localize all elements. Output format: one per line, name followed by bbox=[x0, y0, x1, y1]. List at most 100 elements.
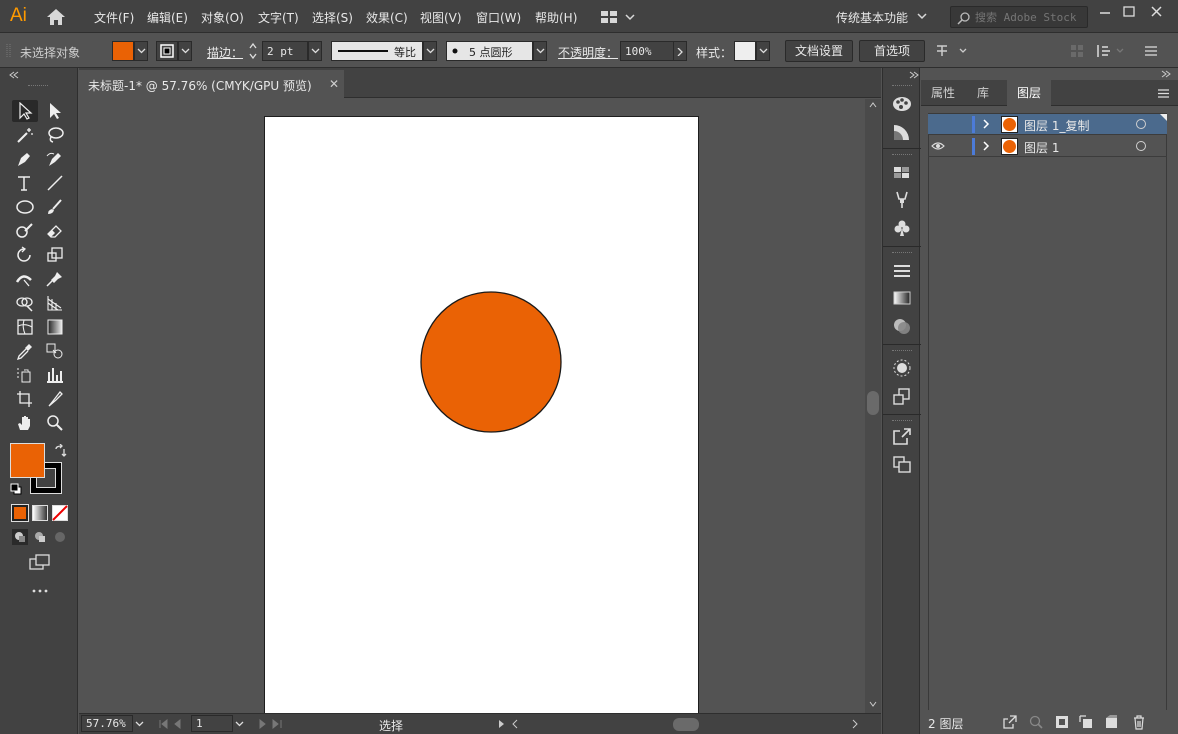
stroke-label[interactable]: 描边： bbox=[207, 44, 243, 61]
default-colors-icon[interactable] bbox=[10, 483, 22, 495]
gradient-mode-button[interactable] bbox=[32, 505, 48, 521]
export-icon[interactable] bbox=[1002, 714, 1018, 730]
vertical-scroll-thumb[interactable] bbox=[867, 391, 879, 415]
menu-view[interactable]: 视图(V) bbox=[420, 9, 462, 26]
next-last-artboard-icon[interactable] bbox=[257, 718, 287, 730]
stroke-weight-dropdown[interactable] bbox=[308, 41, 322, 61]
eraser-tool[interactable] bbox=[42, 220, 68, 242]
graphic-style-swatch[interactable] bbox=[734, 41, 756, 61]
perspective-grid-tool[interactable] bbox=[42, 292, 68, 314]
menu-type[interactable]: 文字(T) bbox=[258, 9, 299, 26]
dock-grip[interactable] bbox=[892, 350, 912, 352]
first-prev-artboard-icon[interactable] bbox=[158, 718, 188, 730]
menu-select[interactable]: 选择(S) bbox=[312, 9, 353, 26]
type-tool[interactable] bbox=[12, 172, 38, 194]
magic-wand-tool[interactable] bbox=[12, 124, 38, 146]
canvas-area[interactable] bbox=[79, 99, 865, 713]
stroke-weight-input[interactable] bbox=[262, 41, 308, 61]
preferences-button[interactable]: 首选项 bbox=[859, 40, 925, 62]
style-dropdown[interactable] bbox=[756, 41, 770, 61]
color-mode-button[interactable] bbox=[11, 504, 29, 522]
home-icon[interactable] bbox=[46, 8, 66, 26]
chevron-right-icon[interactable] bbox=[981, 140, 991, 152]
layer-row[interactable]: 图层 1_复制 bbox=[928, 114, 1167, 135]
panel-menu-icon[interactable] bbox=[1144, 45, 1158, 57]
menu-window[interactable]: 窗口(W) bbox=[476, 9, 521, 26]
export-asset-icon[interactable] bbox=[891, 426, 913, 446]
lasso-tool[interactable] bbox=[42, 124, 68, 146]
mesh-tool[interactable] bbox=[12, 316, 38, 338]
eyedropper-tool[interactable] bbox=[12, 340, 38, 362]
color-palette-icon[interactable] bbox=[891, 94, 913, 114]
new-layer-icon[interactable] bbox=[1103, 714, 1119, 730]
expand-panels-icon[interactable] bbox=[909, 71, 919, 79]
paintbrush-tool[interactable] bbox=[42, 196, 68, 218]
scale-tool[interactable] bbox=[42, 244, 68, 266]
layer-name[interactable]: 图层 1 bbox=[1024, 139, 1059, 156]
screen-mode-icon[interactable] bbox=[29, 554, 51, 572]
tab-layers[interactable]: 图层 bbox=[1007, 80, 1052, 106]
width-tool[interactable] bbox=[12, 268, 38, 290]
swatches-icon[interactable] bbox=[891, 163, 913, 183]
stock-search-input[interactable] bbox=[975, 9, 1085, 25]
eye-icon[interactable] bbox=[931, 139, 945, 153]
draw-inside-icon[interactable] bbox=[52, 529, 68, 545]
panel-grip-icon[interactable] bbox=[6, 43, 12, 59]
menu-edit[interactable]: 编辑(E) bbox=[147, 9, 188, 26]
minimize-icon[interactable] bbox=[1094, 3, 1116, 21]
layer-target-icon[interactable] bbox=[1136, 141, 1146, 151]
puppet-warp-tool[interactable] bbox=[42, 268, 68, 290]
brush-definition[interactable]: 5 点圆形 bbox=[446, 41, 533, 61]
scroll-up-icon[interactable] bbox=[869, 102, 877, 108]
workspace-name[interactable]: 传统基本功能 bbox=[836, 9, 908, 26]
collapse-panel-icon[interactable] bbox=[1161, 70, 1171, 78]
chevron-down-icon[interactable] bbox=[135, 721, 144, 727]
chevron-right-icon[interactable] bbox=[981, 118, 991, 130]
scroll-down-icon[interactable] bbox=[869, 701, 877, 707]
color-guide-icon[interactable] bbox=[891, 122, 913, 142]
arrange-icon[interactable] bbox=[934, 43, 970, 59]
layer-target-icon[interactable] bbox=[1136, 119, 1146, 129]
document-setup-button[interactable]: 文档设置 bbox=[785, 40, 853, 62]
horizontal-scroll-thumb[interactable] bbox=[673, 718, 699, 731]
line-segment-tool[interactable] bbox=[42, 172, 68, 194]
zoom-tool[interactable] bbox=[42, 412, 68, 434]
opacity-input[interactable] bbox=[620, 41, 674, 61]
dock-grip[interactable] bbox=[892, 85, 912, 87]
layer-name[interactable]: 图层 1_复制 bbox=[1024, 117, 1089, 134]
new-sublayer-icon[interactable] bbox=[1078, 714, 1094, 730]
profile-dropdown[interactable] bbox=[423, 41, 437, 61]
selection-tool[interactable] bbox=[12, 100, 38, 122]
gradient-tool[interactable] bbox=[42, 316, 68, 338]
arrange-documents-icon[interactable] bbox=[600, 8, 640, 26]
transform-icon[interactable] bbox=[1096, 43, 1130, 59]
opacity-label[interactable]: 不透明度： bbox=[558, 44, 618, 61]
draw-normal-icon[interactable] bbox=[12, 529, 28, 545]
tab-properties[interactable]: 属性 bbox=[921, 80, 965, 106]
trash-icon[interactable] bbox=[1131, 714, 1147, 730]
more-tools-icon[interactable] bbox=[32, 588, 48, 594]
layer-list[interactable] bbox=[928, 113, 1167, 713]
blend-tool[interactable] bbox=[42, 340, 68, 362]
artboards-panel-icon[interactable] bbox=[891, 454, 913, 474]
document-tab[interactable]: 未标题-1* @ 57.76% (CMYK/GPU 预览) ✕ bbox=[79, 70, 344, 98]
fill-dropdown[interactable] bbox=[134, 41, 148, 61]
shaper-tool[interactable] bbox=[12, 220, 38, 242]
draw-behind-icon[interactable] bbox=[32, 529, 48, 545]
brushes-icon[interactable] bbox=[891, 190, 913, 210]
stock-search[interactable] bbox=[950, 6, 1088, 28]
stroke-swatch[interactable] bbox=[156, 41, 178, 61]
stepper-icon[interactable] bbox=[248, 42, 258, 60]
gradient-panel-icon[interactable] bbox=[891, 288, 913, 308]
transparency-icon[interactable] bbox=[891, 316, 913, 336]
menu-object[interactable]: 对象(O) bbox=[201, 9, 244, 26]
none-mode-icon[interactable] bbox=[52, 505, 68, 521]
panel-grip[interactable] bbox=[28, 85, 48, 87]
close-icon[interactable]: ✕ bbox=[329, 77, 339, 91]
graphic-styles-icon[interactable] bbox=[891, 386, 913, 406]
artboard-tool[interactable] bbox=[12, 388, 38, 410]
brush-dropdown[interactable] bbox=[533, 41, 547, 61]
maximize-icon[interactable] bbox=[1118, 3, 1140, 21]
symbol-sprayer-tool[interactable] bbox=[12, 364, 38, 386]
menu-effect[interactable]: 效果(C) bbox=[366, 9, 408, 26]
